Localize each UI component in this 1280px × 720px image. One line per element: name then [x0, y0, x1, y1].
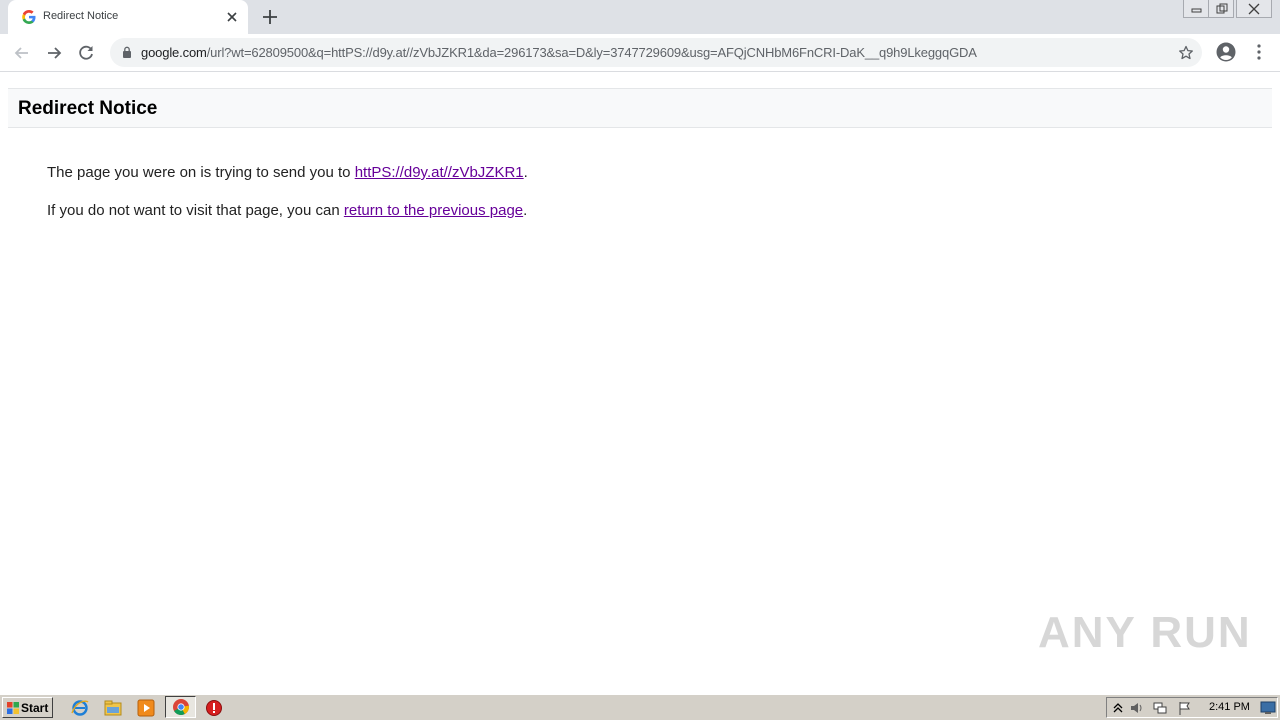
- tab-title: Redirect Notice: [43, 10, 119, 22]
- close-window-icon: [1248, 3, 1260, 15]
- show-hidden-icons-icon[interactable]: [1110, 700, 1126, 716]
- forward-icon[interactable]: [43, 42, 65, 64]
- start-button[interactable]: Start: [2, 697, 53, 718]
- stop-sign-icon[interactable]: [204, 698, 224, 718]
- menu-kebab-icon[interactable]: [1252, 42, 1266, 62]
- back-icon[interactable]: [11, 42, 33, 64]
- taskbar: Start 2:41 PM: [0, 694, 1280, 720]
- start-label: Start: [21, 701, 49, 715]
- destination-link[interactable]: httPS://d9y.at//zVbJZKR1: [355, 164, 524, 181]
- close-icon[interactable]: [224, 9, 240, 25]
- minimize-button[interactable]: [1183, 0, 1209, 18]
- return-previous-link[interactable]: return to the previous page: [344, 202, 523, 219]
- chrome-taskbar-button[interactable]: [165, 696, 196, 718]
- new-tab-icon[interactable]: [260, 7, 280, 27]
- google-g-icon: [22, 10, 36, 24]
- lock-icon[interactable]: [122, 46, 132, 58]
- volume-icon[interactable]: [1129, 700, 1145, 716]
- page-title: Redirect Notice: [18, 98, 158, 119]
- minimize-icon: [1191, 8, 1202, 13]
- url-path: /url?wt=62809500&q=httPS://d9y.at//zVbJZ…: [206, 45, 977, 60]
- page-header: Redirect Notice: [8, 88, 1272, 128]
- taskbar-clock[interactable]: 2:41 PM: [1209, 701, 1250, 713]
- restore-icon: [1216, 3, 1228, 14]
- system-tray: 2:41 PM: [1106, 697, 1278, 718]
- close-window-button[interactable]: [1236, 0, 1272, 18]
- bookmark-star-icon[interactable]: [1178, 45, 1194, 61]
- show-desktop-icon[interactable]: [1260, 700, 1276, 716]
- address-bar[interactable]: google.com/url?wt=62809500&q=httPS://d9y…: [110, 38, 1202, 67]
- return-message: If you do not want to visit that page, y…: [47, 202, 527, 219]
- redirect-message-suffix: .: [523, 164, 528, 181]
- redirect-message: The page you were on is trying to send y…: [47, 164, 528, 181]
- network-icon[interactable]: [1152, 700, 1168, 716]
- profile-icon[interactable]: [1216, 42, 1236, 62]
- redirect-message-prefix: The page you were on is trying to send y…: [47, 164, 355, 181]
- tab-strip: Redirect Notice: [0, 0, 1280, 34]
- url-host: google.com: [141, 45, 207, 60]
- restore-button[interactable]: [1208, 0, 1234, 18]
- return-message-suffix: .: [523, 202, 528, 219]
- tab-redirect-notice[interactable]: Redirect Notice: [8, 0, 248, 34]
- address-url[interactable]: google.com/url?wt=62809500&q=httPS://d9y…: [141, 45, 977, 60]
- anyrun-watermark: ANY RUN: [1038, 608, 1252, 657]
- action-center-flag-icon[interactable]: [1177, 700, 1193, 716]
- file-explorer-icon[interactable]: [103, 698, 123, 718]
- windows-logo-icon: [7, 702, 19, 714]
- reload-icon[interactable]: [75, 42, 97, 64]
- return-message-prefix: If you do not want to visit that page, y…: [47, 202, 344, 219]
- internet-explorer-icon[interactable]: [70, 698, 90, 718]
- chrome-icon: [173, 699, 190, 715]
- browser-toolbar: google.com/url?wt=62809500&q=httPS://d9y…: [0, 34, 1280, 72]
- media-player-icon[interactable]: [136, 698, 156, 718]
